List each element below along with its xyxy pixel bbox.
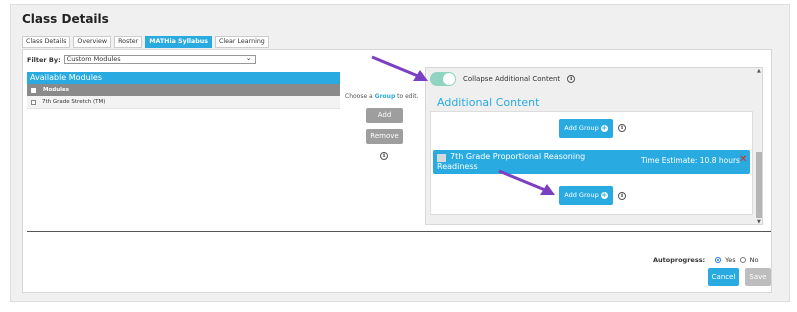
autoprogress-no-label: No (749, 256, 759, 264)
tab-class-details[interactable]: Class Details (22, 36, 71, 48)
tab-roster[interactable]: Roster (114, 36, 143, 48)
group-checkbox[interactable] (437, 154, 446, 162)
save-button[interactable]: Save (745, 268, 771, 286)
scroll-up-icon[interactable]: ▲ (757, 68, 761, 74)
page-title: Class Details (22, 12, 109, 26)
tab-bar: Class Details Overview Roster MATHia Syl… (22, 36, 269, 48)
additional-content-title: Additional Content (437, 96, 540, 109)
section-divider (27, 231, 771, 232)
add-group-button[interactable]: Add Group + (559, 186, 613, 205)
close-icon[interactable]: ✕ (739, 154, 747, 165)
filter-select-value: Custom Modules (66, 55, 121, 63)
add-group-label: Add Group (564, 191, 599, 199)
hint-prefix: Choose a (345, 93, 373, 100)
filter-row: Filter By: Custom Modules ⌄ (27, 55, 256, 64)
filter-select[interactable]: Custom Modules ⌄ (63, 54, 256, 64)
info-icon[interactable]: i (567, 75, 576, 83)
tab-clear-learning[interactable]: Clear Learning (215, 36, 269, 48)
info-icon[interactable]: i (618, 124, 626, 132)
collapse-label: Collapse Additional Content (463, 75, 561, 83)
modules-column-label: Modules (43, 87, 69, 93)
chevron-down-icon: ⌄ (245, 54, 252, 62)
autoprogress-label: Autoprogress: (653, 256, 706, 264)
tab-mathia-syllabus[interactable]: MATHia Syllabus (145, 36, 212, 48)
choose-group-hint: Choose a Group to edit. (345, 93, 419, 100)
scroll-down-icon[interactable]: ▼ (757, 219, 761, 225)
available-modules-header: Available Modules (27, 72, 340, 84)
autoprogress-yes-radio[interactable] (715, 257, 722, 263)
module-label: 7th Grade Stretch (TM) (42, 99, 106, 105)
group-row[interactable]: 7th Grade Proportional Reasoning Readine… (433, 150, 750, 174)
autoprogress-row: Autoprogress: Yes No (653, 256, 759, 264)
annotation-arrow (371, 55, 428, 81)
add-group-button[interactable]: Add Group + (559, 119, 613, 138)
autoprogress-no-radio[interactable] (739, 257, 746, 263)
remove-button[interactable]: Remove (366, 129, 403, 144)
scrollbar-thumb[interactable] (756, 152, 762, 218)
cancel-button[interactable]: Cancel (708, 268, 739, 286)
available-modules-panel: Available Modules Modules 7th Grade Stre… (27, 72, 340, 109)
info-icon[interactable]: i (618, 192, 626, 200)
collapse-toggle-row: Collapse Additional Content i (430, 72, 576, 86)
hint-group-word: Group (374, 93, 396, 100)
collapse-toggle[interactable] (430, 72, 456, 86)
hint-suffix: to edit. (397, 93, 419, 100)
plus-circle-icon: + (600, 191, 608, 199)
info-icon[interactable]: i (380, 152, 388, 160)
filter-label: Filter By: (27, 55, 61, 64)
list-item[interactable]: 7th Grade Stretch (TM) (27, 96, 340, 109)
annotation-arrow (498, 169, 555, 195)
tab-overview[interactable]: Overview (73, 36, 112, 48)
plus-circle-icon: + (600, 124, 608, 132)
group-name-line1: 7th Grade Proportional Reasoning (450, 152, 586, 161)
modules-column-header: Modules (27, 84, 340, 96)
module-checkbox[interactable] (31, 99, 36, 105)
select-all-checkbox[interactable] (31, 87, 36, 93)
group-time-estimate: Time Estimate: 10.8 hours (641, 156, 740, 165)
group-name-line2: Readiness (437, 162, 478, 171)
add-button[interactable]: Add (366, 108, 403, 123)
autoprogress-yes-label: Yes (725, 256, 736, 264)
add-group-label: Add Group (564, 124, 599, 132)
